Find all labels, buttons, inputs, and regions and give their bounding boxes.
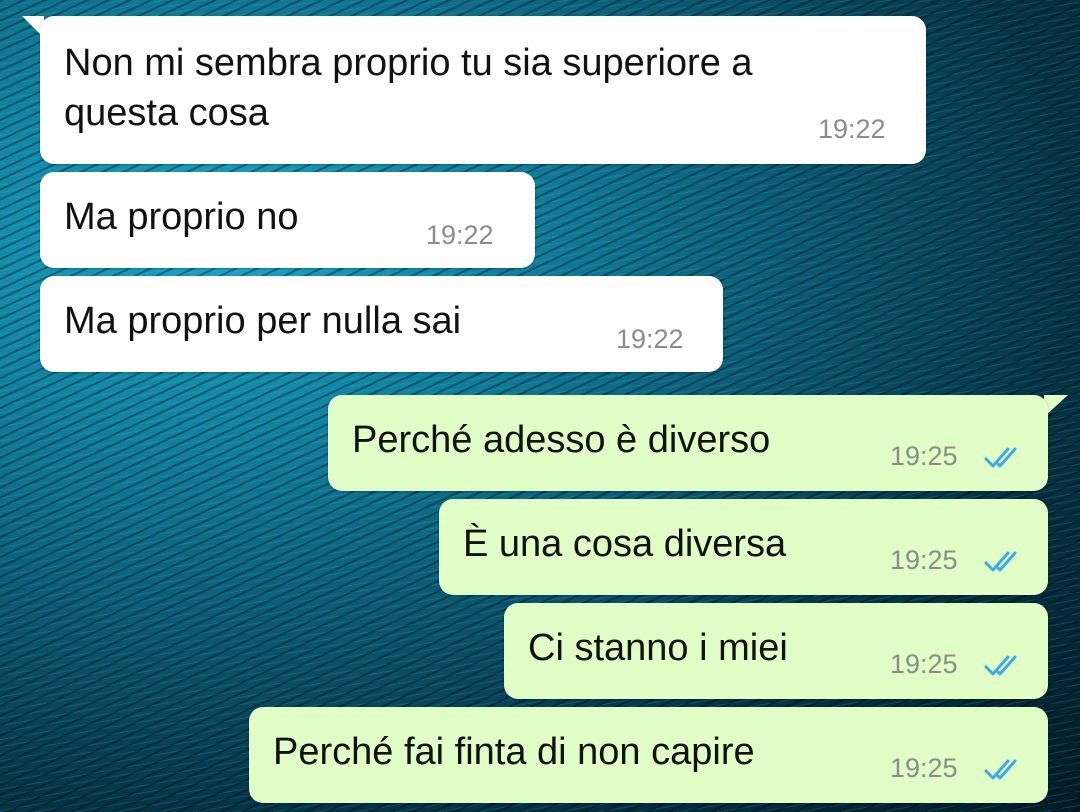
message-bubble-outgoing[interactable]: È una cosa diversa 19:25 [439,499,1048,595]
message-text: Ci stanno i miei [528,623,788,673]
message-bubble-outgoing[interactable]: Perché fai finta di non capire 19:25 [249,707,1048,803]
chat-conversation: Non mi sembra proprio tu sia superiore a… [0,0,1080,812]
message-text-line: Non mi sembra proprio tu sia superiore a [64,42,753,84]
double-check-icon [984,759,1017,780]
message-bubble-outgoing[interactable]: Perché adesso è diverso 19:25 [328,395,1048,491]
message-bubble-outgoing[interactable]: Ci stanno i miei 19:25 [504,603,1048,699]
message-text: Non mi sembra proprio tu sia superiore a… [64,38,753,138]
message-timestamp: 19:25 [890,545,958,575]
double-check-icon [984,447,1017,468]
message-text-line: Ma proprio no [64,196,299,238]
message-text-line: Ma proprio per nulla sai [64,300,462,342]
message-timestamp: 19:22 [616,324,684,354]
message-text-line: Ci stanno i miei [528,627,788,669]
message-text-line: Perché adesso è diverso [352,419,771,461]
message-text-line: Perché fai finta di non capire [273,731,755,773]
message-text: Perché adesso è diverso [352,415,770,465]
message-text: Ma proprio no [64,192,298,242]
message-bubble-incoming[interactable]: Ma proprio per nulla sai 19:22 [40,276,723,372]
message-timestamp: 19:22 [426,220,494,250]
message-bubble-incoming[interactable]: Ma proprio no 19:22 [40,172,535,268]
message-timestamp: 19:25 [890,649,958,679]
message-text-line: È una cosa diversa [463,523,787,565]
message-text-line: questa cosa [64,92,269,134]
double-check-icon [984,655,1017,676]
message-timestamp: 19:22 [818,114,886,144]
double-check-icon [984,551,1017,572]
message-timestamp: 19:25 [890,753,958,783]
message-text: Ma proprio per nulla sai [64,296,461,346]
message-text: Perché fai finta di non capire [273,727,755,777]
message-text: È una cosa diversa [463,519,786,569]
message-timestamp: 19:25 [890,441,958,471]
message-bubble-incoming[interactable]: Non mi sembra proprio tu sia superiore a… [40,16,926,164]
